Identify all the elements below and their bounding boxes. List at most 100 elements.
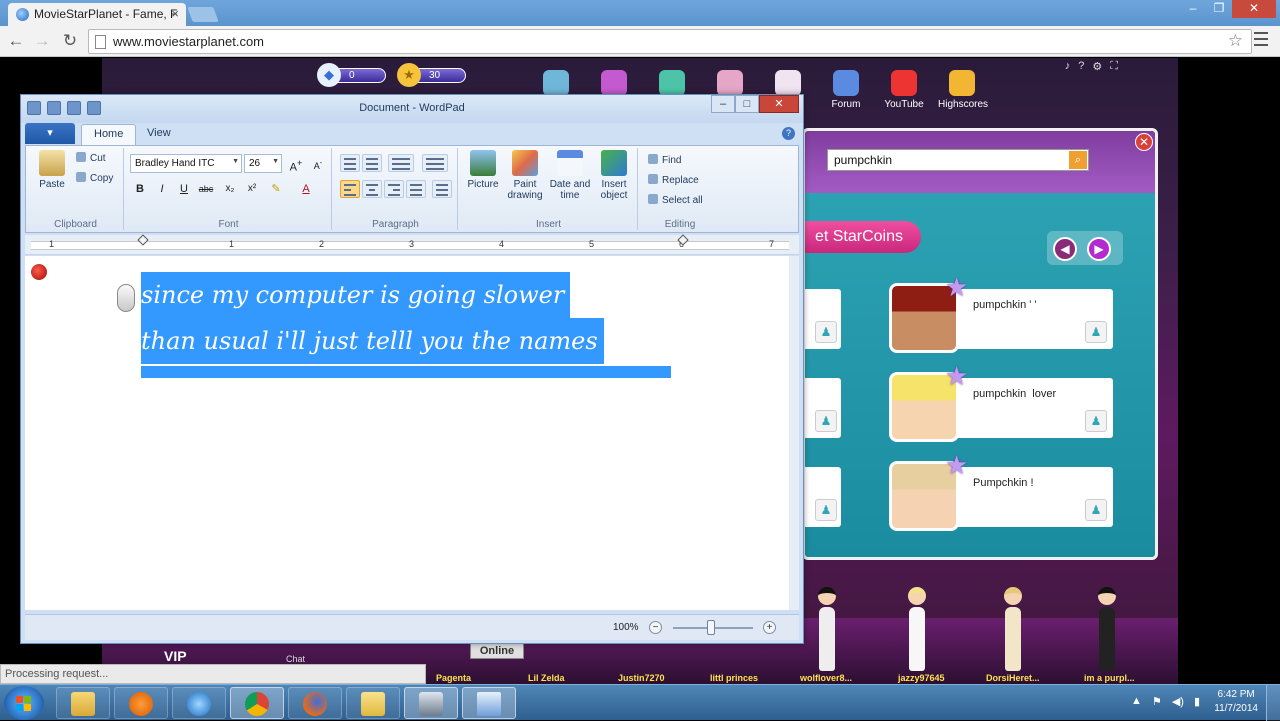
result-card[interactable]: ★ pumpchkin lover ♟ <box>889 363 1113 442</box>
reload-icon[interactable]: ↻ <box>60 31 80 51</box>
address-bar[interactable]: www.moviestarplanet.com ☆ <box>88 29 1252 54</box>
next-page-icon[interactable]: ▶ <box>1087 237 1111 261</box>
result-card[interactable]: ★ pumpchkin ' ' ♟ <box>889 274 1113 353</box>
font-family-select[interactable]: Bradley Hand ITC ▼ <box>130 154 242 173</box>
taskbar-firefox[interactable] <box>288 687 342 719</box>
font-color-icon[interactable]: A <box>296 180 316 198</box>
align-left-icon[interactable] <box>340 180 360 198</box>
find-button[interactable]: Find <box>648 154 681 166</box>
result-card-partial[interactable]: ♟ <box>805 289 841 349</box>
maximize-icon[interactable]: ❐ <box>1206 0 1232 18</box>
bullet-list-icon[interactable] <box>388 154 414 172</box>
vertical-scrollbar[interactable] <box>789 256 799 610</box>
result-card-partial[interactable]: ♟ <box>805 378 841 438</box>
close-icon[interactable]: ✕ <box>1232 0 1276 18</box>
shrink-font-icon[interactable]: A- <box>308 154 328 172</box>
tab-close-icon[interactable]: × <box>171 6 179 21</box>
taskbar-folder[interactable] <box>346 687 400 719</box>
result-card[interactable]: ★ Pumpchkin ! ♟ <box>889 452 1113 531</box>
new-tab-button[interactable] <box>187 7 219 22</box>
align-right-icon[interactable] <box>384 180 404 198</box>
bold-icon[interactable]: B <box>130 180 150 198</box>
underline-icon[interactable]: U <box>174 180 194 198</box>
room-avatar[interactable] <box>812 587 842 677</box>
help-icon[interactable]: ? <box>1078 60 1084 73</box>
select-all-button[interactable]: Select all <box>648 194 703 206</box>
windows-start-button[interactable] <box>4 686 44 720</box>
sound-icon[interactable]: ♪ <box>1065 60 1071 73</box>
copy-button[interactable]: Copy <box>76 172 113 184</box>
minimize-icon[interactable]: – <box>1180 0 1206 18</box>
get-starcoins-button[interactable]: et StarCoins <box>805 221 921 253</box>
add-friend-icon[interactable]: ♟ <box>815 410 837 432</box>
taskbar-explorer[interactable] <box>56 687 110 719</box>
nav-forum[interactable]: Forum <box>822 70 870 110</box>
insert-object-button[interactable]: Insert object <box>594 150 634 201</box>
grow-font-icon[interactable]: A+ <box>286 154 306 174</box>
fullscreen-icon[interactable]: ⛶ <box>1110 60 1118 73</box>
taskbar-wordpad[interactable] <box>462 687 516 719</box>
strikethrough-icon[interactable]: abc <box>196 180 216 198</box>
italic-icon[interactable]: I <box>152 180 172 198</box>
add-friend-icon[interactable]: ♟ <box>1085 499 1107 521</box>
vip-label[interactable]: VIP <box>164 648 187 664</box>
room-avatar[interactable] <box>998 587 1028 677</box>
document-text[interactable]: since my computer is going slower than u… <box>141 272 671 364</box>
superscript-icon[interactable]: x² <box>242 180 262 198</box>
nav-highscores[interactable]: Highscores <box>938 70 988 110</box>
tab-home[interactable]: Home <box>81 124 137 145</box>
room-avatar[interactable] <box>902 587 932 677</box>
result-card-partial[interactable]: ♟ <box>805 467 841 527</box>
zoom-slider-thumb[interactable] <box>707 620 715 635</box>
date-time-button[interactable]: Date and time <box>548 150 592 201</box>
search-icon[interactable]: ⌕ <box>1069 151 1087 169</box>
forward-arrow-icon[interactable]: → <box>32 31 52 51</box>
system-clock[interactable]: 6:42 PM 11/7/2014 <box>1214 688 1258 716</box>
taskbar-chrome[interactable] <box>230 687 284 719</box>
prev-page-icon[interactable]: ◀ <box>1053 237 1077 261</box>
zoom-in-icon[interactable]: + <box>763 621 776 634</box>
selected-line[interactable]: since my computer is going slower <box>141 272 571 318</box>
maximize-icon[interactable]: □ <box>735 95 759 113</box>
paragraph-dialog-icon[interactable] <box>432 180 452 198</box>
network-icon[interactable]: ▮ <box>1194 695 1200 708</box>
chat-label[interactable]: Chat <box>286 654 305 664</box>
zoom-out-icon[interactable]: − <box>649 621 662 634</box>
show-hidden-icons-icon[interactable]: ▲ <box>1131 695 1142 708</box>
user-search-input[interactable]: pumpchkin ⌕ <box>827 149 1089 171</box>
back-arrow-icon[interactable]: ← <box>6 31 26 51</box>
cut-button[interactable]: Cut <box>76 152 106 164</box>
close-icon[interactable]: ✕ <box>759 95 799 113</box>
paste-button[interactable]: Paste <box>32 150 72 190</box>
line-spacing-icon[interactable] <box>422 154 448 172</box>
file-menu-button[interactable]: ▾ <box>25 123 75 144</box>
bookmark-star-icon[interactable]: ☆ <box>1228 31 1243 51</box>
help-icon[interactable]: ? <box>782 127 795 140</box>
taskbar-media-player[interactable] <box>114 687 168 719</box>
room-avatar[interactable] <box>1092 587 1122 677</box>
paint-drawing-button[interactable]: Paint drawing <box>504 150 546 201</box>
add-friend-icon[interactable]: ♟ <box>815 321 837 343</box>
document-area[interactable]: since my computer is going slower than u… <box>25 256 789 610</box>
justify-icon[interactable] <box>406 180 426 198</box>
nav-youtube[interactable]: YouTube <box>880 70 928 110</box>
add-friend-icon[interactable]: ♟ <box>1085 321 1107 343</box>
replace-button[interactable]: Replace <box>648 174 699 186</box>
show-desktop-button[interactable] <box>1266 685 1280 721</box>
taskbar-internet-explorer[interactable] <box>172 687 226 719</box>
wordpad-titlebar[interactable]: Document - WordPad – □ ✕ <box>21 95 803 123</box>
decrease-indent-icon[interactable] <box>340 154 360 172</box>
selected-line[interactable]: than usual i'll just telll you the names <box>141 318 604 364</box>
panel-close-icon[interactable]: ✕ <box>1135 133 1153 151</box>
increase-indent-icon[interactable] <box>362 154 382 172</box>
add-friend-icon[interactable]: ♟ <box>1085 410 1107 432</box>
ruler[interactable]: 1 1 2 3 4 5 6 7 <box>25 234 799 255</box>
highlight-icon[interactable]: ✎ <box>266 180 286 198</box>
tab-view[interactable]: View <box>135 124 183 145</box>
volume-icon[interactable]: ◀) <box>1172 695 1184 708</box>
browser-tab[interactable]: MovieStarPlanet - Fame, F × <box>8 3 186 26</box>
insert-picture-button[interactable]: Picture <box>464 150 502 190</box>
font-size-select[interactable]: 26 ▼ <box>244 154 282 173</box>
align-center-icon[interactable] <box>362 180 382 198</box>
minimize-icon[interactable]: – <box>711 95 735 113</box>
